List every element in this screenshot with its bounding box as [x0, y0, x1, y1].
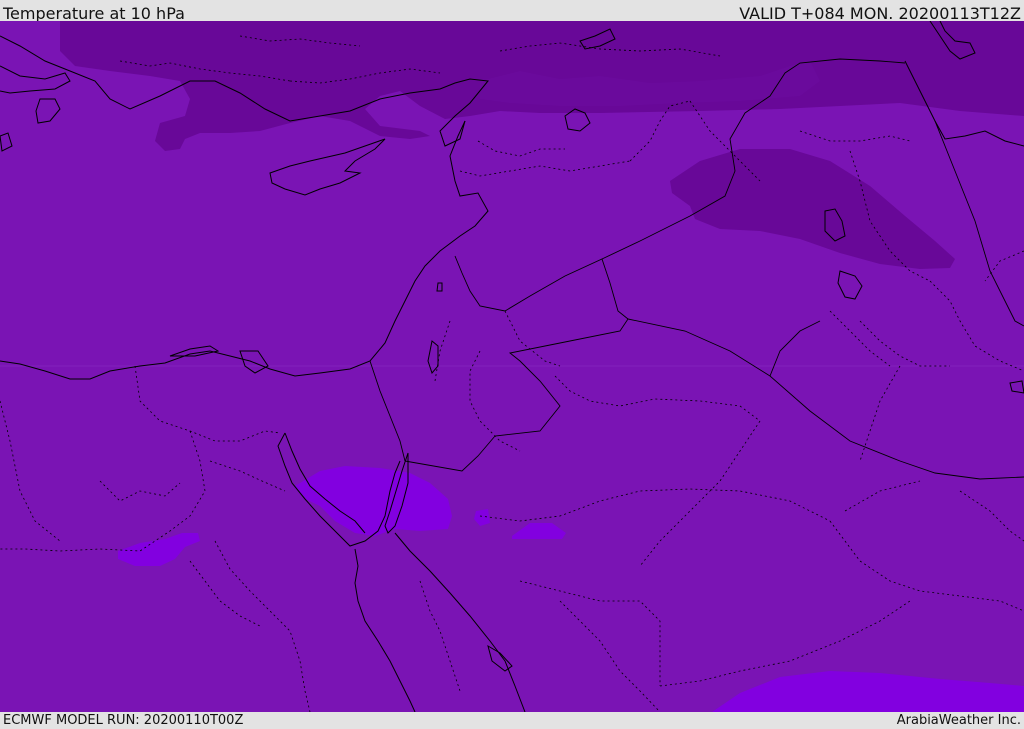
credit-label: ArabiaWeather Inc. — [896, 713, 1021, 728]
footer-bar: ECMWF MODEL RUN: 20200110T00Z ArabiaWeat… — [0, 712, 1024, 729]
header-bar: Temperature at 10 hPa VALID T+084 MON. 2… — [0, 0, 1024, 23]
temperature-field-base — [0, 21, 1024, 712]
map-canvas — [0, 21, 1024, 712]
map-panel — [0, 21, 1024, 712]
model-run-label: ECMWF MODEL RUN: 20200110T00Z — [3, 713, 244, 728]
